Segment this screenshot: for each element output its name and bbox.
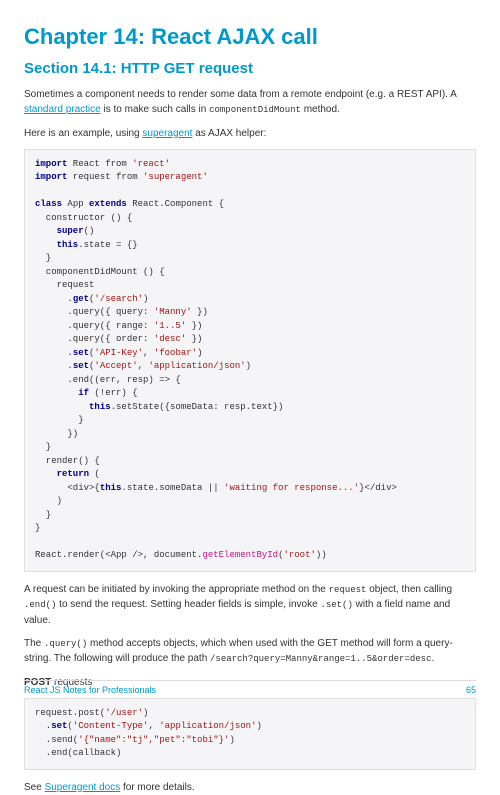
page-number: 65: [466, 685, 476, 695]
text: A request can be initiated by invoking t…: [24, 584, 329, 595]
text: See: [24, 782, 45, 793]
chapter-title: Chapter 14: React AJAX call: [24, 24, 476, 50]
paragraph-6: See Superagent docs for more details.: [24, 780, 476, 795]
footer-text: React JS Notes for Professionals: [24, 685, 156, 695]
text: as AJAX helper:: [192, 128, 266, 139]
inline-path: /search?query=Manny&range=1..5&order=des…: [210, 654, 431, 664]
inline-code: .query(): [44, 639, 87, 649]
text: method.: [301, 104, 340, 115]
link-standard-practice[interactable]: standard practice: [24, 104, 101, 115]
text: to send the request. Setting header fiel…: [56, 599, 320, 610]
text: Here is an example, using: [24, 128, 142, 139]
text: for more details.: [120, 782, 194, 793]
page-footer: React JS Notes for Professionals 65: [24, 680, 476, 695]
section-title: Section 14.1: HTTP GET request: [24, 60, 476, 77]
paragraph-4: The .query() method accepts objects, whi…: [24, 636, 476, 667]
paragraph-2: Here is an example, using superagent as …: [24, 126, 476, 141]
inline-code: request: [329, 585, 367, 595]
text: object, then calling: [366, 584, 452, 595]
code-block-2: request.post('/user') .set('Content-Type…: [24, 698, 476, 770]
paragraph-3: A request can be initiated by invoking t…: [24, 582, 476, 628]
inline-code: componentDidMount: [209, 105, 301, 115]
inline-code: .end(): [24, 600, 56, 610]
text: .: [431, 653, 434, 664]
link-superagent[interactable]: superagent: [142, 128, 192, 139]
link-superagent-docs[interactable]: Superagent docs: [45, 782, 121, 793]
text: Sometimes a component needs to render so…: [24, 89, 456, 100]
paragraph-1: Sometimes a component needs to render so…: [24, 87, 476, 118]
text: is to make such calls in: [101, 104, 209, 115]
inline-code: .set(): [320, 600, 352, 610]
code-block-1: import React from 'react' import request…: [24, 149, 476, 572]
text: The: [24, 638, 44, 649]
